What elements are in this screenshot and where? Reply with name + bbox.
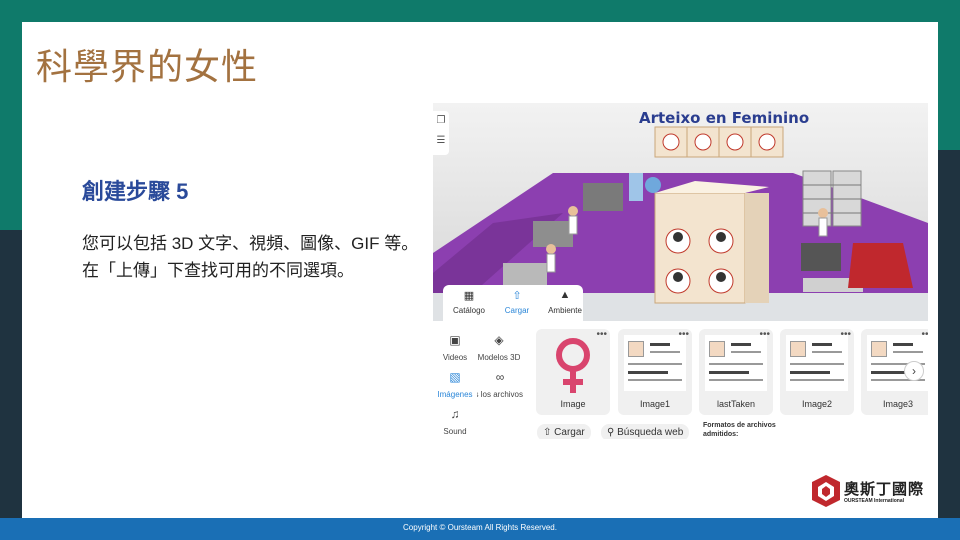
document-thumbnail <box>624 335 686 391</box>
portrait-thumb <box>871 341 887 357</box>
category-modelos-3d[interactable]: ◈ Modelos 3D <box>477 333 521 362</box>
app-screenshot: Arteixo en Feminino ❐ ☰ ▦ Catálogo ⇧ Car… <box>433 103 928 439</box>
computer <box>801 243 841 271</box>
grid-icon: ▦ <box>463 290 475 302</box>
category-label: Videos <box>442 353 468 362</box>
more-options-icon[interactable]: ••• <box>678 329 689 340</box>
tab-label: Cargar <box>504 306 530 315</box>
category-imagenes[interactable]: ▧ Imágenes <box>433 370 477 399</box>
search-icon: ⚲ <box>607 427 615 438</box>
asset-card-image[interactable]: ••• Image <box>536 329 610 415</box>
card-label: Image1 <box>639 399 671 409</box>
card-label: lastTaken <box>716 399 756 409</box>
files-icon: ∞ <box>495 370 505 384</box>
video-icon: ▣ <box>449 333 461 347</box>
tab-label: Ambiente <box>548 306 582 315</box>
card-label: Image3 <box>882 399 914 409</box>
web-search-button[interactable]: ⚲ Búsqueda web <box>601 424 690 439</box>
supported-formats-label: Formatos de archivos admitidos: <box>703 422 776 438</box>
upload-icon: ⇧ <box>512 290 522 302</box>
tab-ambiente[interactable]: ▲ Ambiente <box>541 285 589 321</box>
portrait-thumb <box>628 341 644 357</box>
landscape-icon: ▲ <box>559 289 571 301</box>
logo-name: 奧斯丁國際 <box>844 480 925 498</box>
red-chair <box>848 243 913 288</box>
more-options-icon[interactable]: ••• <box>840 329 851 340</box>
category-videos[interactable]: ▣ Videos <box>433 333 477 362</box>
side-toolbar: ❐ ☰ <box>433 111 449 155</box>
document-thumbnail <box>705 335 767 391</box>
more-options-icon[interactable]: ••• <box>921 329 928 340</box>
tab-label: Catálogo <box>452 306 486 315</box>
upload-button[interactable]: ⇧ Cargar <box>537 424 591 439</box>
music-icon: ♫ <box>450 407 460 421</box>
banner-frames <box>654 126 784 158</box>
step-heading: 創建步驟 5 <box>82 179 189 204</box>
slide-title: 科學界的女性 <box>36 47 259 88</box>
category-label: Sound <box>443 427 467 436</box>
asset-card-image2[interactable]: ••• Image2 <box>780 329 854 415</box>
footer-copyright: Copyright © Oursteam All Rights Reserved… <box>403 523 557 532</box>
category-label: Modelos 3D <box>477 353 521 362</box>
step-description: 您可以包括 3D 文字、視頻、圖像、GIF 等。在「上傳」下查找可用的不同選項。 <box>82 234 419 280</box>
upload-icon: ⇧ <box>543 427 552 438</box>
more-options-icon[interactable]: ••• <box>759 329 770 340</box>
tab-cargar[interactable]: ⇧ Cargar <box>493 285 541 321</box>
upload-button-label: Cargar <box>554 427 585 438</box>
category-sound[interactable]: ♫ Sound <box>433 407 477 436</box>
web-search-label: Búsqueda web <box>617 427 684 438</box>
venus-symbol-icon <box>556 338 590 393</box>
asset-card-lasttaken[interactable]: ••• lastTaken <box>699 329 773 415</box>
tab-catalogo[interactable]: ▦ Catálogo <box>445 285 493 321</box>
panel-tabs: ▦ Catálogo ⇧ Cargar ▲ Ambiente <box>443 285 583 321</box>
logo-emblem-icon <box>812 475 840 507</box>
portrait-thumb <box>790 341 806 357</box>
gallery-icon[interactable]: ❐ <box>433 111 449 131</box>
scene-title: Arteixo en Feminino <box>639 109 810 127</box>
image-icon: ▧ <box>449 370 461 384</box>
category-todos-los-archivos[interactable]: ∞ Todos los archivos <box>477 370 523 399</box>
more-options-icon[interactable]: ••• <box>596 329 607 340</box>
category-label: Todos los archivos <box>477 390 523 399</box>
oursteam-logo: 奧斯丁國際 OURSTEAM International <box>811 474 931 510</box>
card-label: Image <box>560 399 586 409</box>
cube-icon: ◈ <box>494 333 504 347</box>
document-thumbnail <box>786 335 848 391</box>
asset-card-image1[interactable]: ••• Image1 <box>618 329 692 415</box>
portrait-thumb <box>709 341 725 357</box>
category-label: Imágenes <box>437 390 473 399</box>
background-dark-left <box>0 230 22 522</box>
card-label: Image2 <box>801 399 833 409</box>
list-icon[interactable]: ☰ <box>433 131 449 151</box>
logo-subtitle: OURSTEAM International <box>844 498 905 504</box>
next-page-button[interactable]: › <box>904 361 924 381</box>
